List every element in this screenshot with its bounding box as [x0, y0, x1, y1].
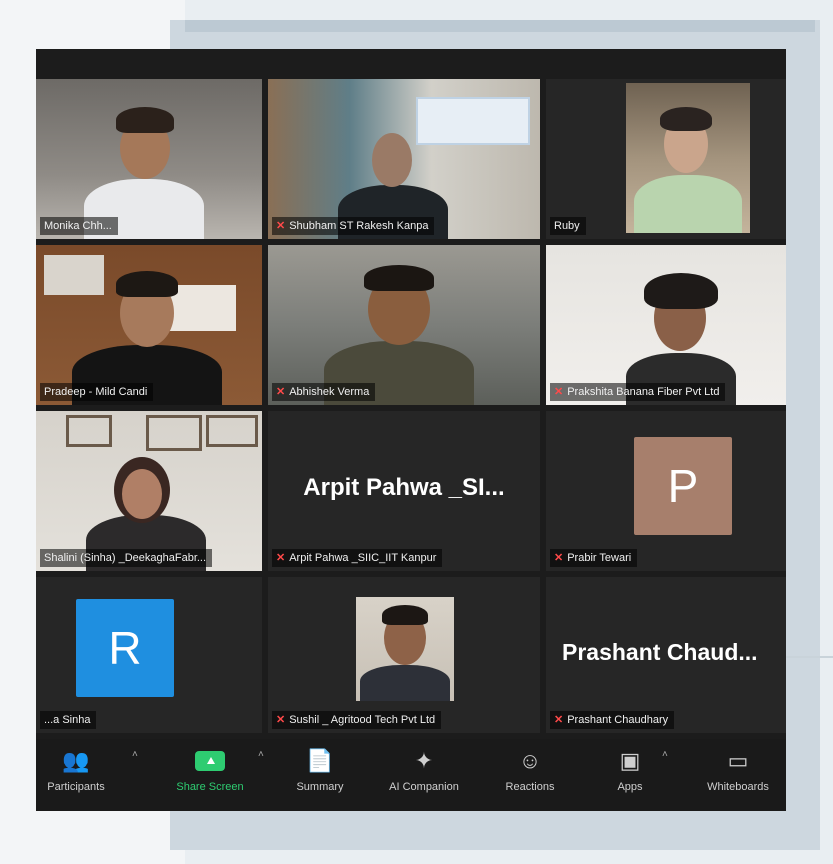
participant-avatar: R [76, 599, 174, 697]
participant-video [268, 79, 540, 239]
participant-name-label: ✕ Arpit Pahwa _SIIC_IIT Kanpur [272, 549, 443, 567]
participant-tile[interactable]: ✕ Prakshita Banana Fiber Pvt Ltd [546, 245, 786, 405]
participant-name-label: ✕ Prashant Chaudhary [550, 711, 675, 729]
participant-name-label: ...a Sinha [40, 711, 97, 729]
chevron-up-icon[interactable]: ˄ [662, 749, 668, 760]
participant-tile[interactable]: Pradeep - Mild Candi [36, 245, 262, 405]
participant-video [36, 245, 262, 405]
ai-companion-label: AI Companion [389, 781, 459, 793]
chevron-up-icon[interactable]: ˄ [132, 749, 138, 760]
participant-video [546, 79, 786, 239]
gallery-grid: Monika Chh... ✕ Shubham ST Rakesh Kanpa R… [36, 79, 786, 733]
reaction-icon: ☺ [518, 748, 542, 773]
participant-name-label: ✕ Prakshita Banana Fiber Pvt Ltd [550, 383, 726, 401]
whiteboard-icon: ▭ [727, 748, 749, 773]
participant-tile[interactable]: Arpit Pahwa _SI... ✕ Arpit Pahwa _SIIC_II… [268, 411, 540, 571]
participants-icon: 👥 [62, 748, 90, 773]
participants-button[interactable]: 👥 Participants [36, 747, 124, 793]
participant-video [36, 411, 262, 571]
share-screen-label: Share Screen [176, 781, 244, 793]
whiteboards-button[interactable]: ▭ Whiteboards [690, 747, 786, 793]
reactions-label: Reactions [505, 781, 555, 793]
meeting-window: Monika Chh... ✕ Shubham ST Rakesh Kanpa R… [36, 49, 786, 811]
participant-tile[interactable]: P ✕ Prabir Tewari [546, 411, 786, 571]
mic-muted-icon: ✕ [554, 386, 564, 398]
mic-muted-icon: ✕ [276, 552, 286, 564]
participant-tile[interactable]: Shalini (Sinha) _DeekaghaFabr... [36, 411, 262, 571]
mic-muted-icon: ✕ [276, 220, 286, 232]
participant-tile[interactable]: Monika Chh... [36, 79, 262, 239]
summary-icon: 📄 [306, 748, 334, 773]
participant-video [356, 597, 454, 701]
reactions-button[interactable]: ☺ Reactions [482, 747, 578, 793]
participant-tile[interactable]: Prashant Chaud... ✕ Prashant Chaudhary [546, 577, 786, 733]
mic-muted-icon: ✕ [554, 714, 564, 726]
participant-tile[interactable]: ✕ Abhishek Verma [268, 245, 540, 405]
participant-name-label: ✕ Sushil _ Agritood Tech Pvt Ltd [272, 711, 442, 729]
participant-tile[interactable]: Ruby [546, 79, 786, 239]
participant-name-label: ✕ Prabir Tewari [550, 549, 638, 567]
participant-display-name: Arpit Pahwa _SI... [303, 474, 505, 502]
participant-name-label: Ruby [550, 217, 586, 235]
participant-tile[interactable]: R ...a Sinha [36, 577, 262, 733]
summary-label: Summary [296, 781, 344, 793]
participant-tile[interactable]: ✕ Sushil _ Agritood Tech Pvt Ltd [268, 577, 540, 733]
summary-button[interactable]: 📄 Summary [272, 747, 368, 793]
sparkle-icon: ✦ [414, 748, 434, 773]
participant-name-label: ✕ Shubham ST Rakesh Kanpa [272, 217, 435, 235]
participant-video [268, 245, 540, 405]
participants-label: Participants [47, 781, 105, 793]
mic-muted-icon: ✕ [554, 552, 564, 564]
participant-name-label: Shalini (Sinha) _DeekaghaFabr... [40, 549, 213, 567]
mic-muted-icon: ✕ [276, 386, 286, 398]
share-screen-icon [195, 751, 225, 771]
decorative-connector-line [786, 656, 833, 658]
chevron-up-icon[interactable]: ˄ [258, 749, 264, 760]
meeting-toolbar: 👥 Participants ˄ Share Screen ˄ 📄 Summar… [36, 739, 786, 811]
mic-muted-icon: ✕ [276, 714, 286, 726]
participant-name-label: Monika Chh... [40, 217, 118, 235]
whiteboards-label: Whiteboards [707, 781, 769, 793]
apps-label: Apps [617, 781, 643, 793]
participant-name-label: ✕ Abhishek Verma [272, 383, 376, 401]
participant-display-name: Prashant Chaud... [562, 638, 758, 665]
participant-avatar: P [634, 437, 732, 535]
participant-video [546, 245, 786, 405]
participant-name-label: Pradeep - Mild Candi [40, 383, 154, 401]
participant-video [36, 79, 262, 239]
participant-tile[interactable]: ✕ Shubham ST Rakesh Kanpa [268, 79, 540, 239]
share-screen-button[interactable]: Share Screen [162, 747, 258, 793]
background-strip [185, 20, 815, 32]
ai-companion-button[interactable]: ✦ AI Companion [376, 747, 472, 793]
